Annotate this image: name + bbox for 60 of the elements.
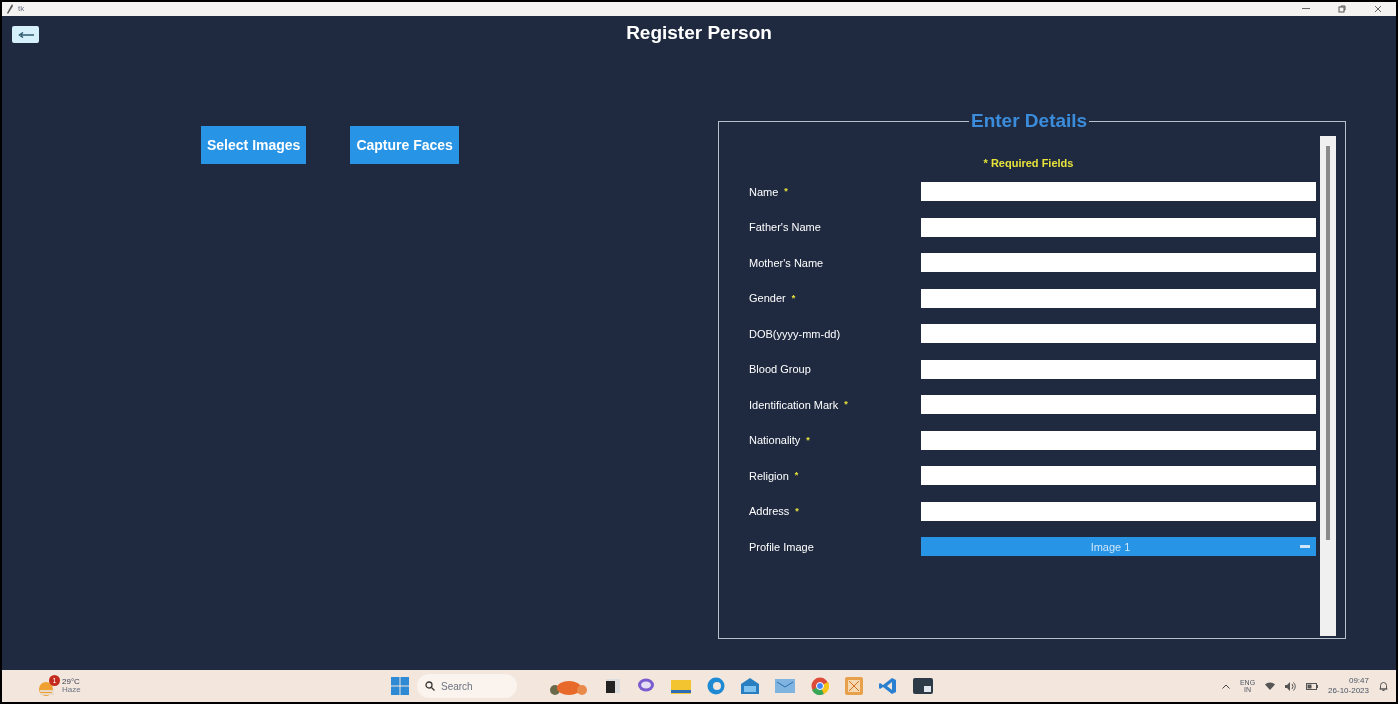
input-field[interactable] <box>921 182 1316 202</box>
input-field[interactable] <box>921 395 1316 415</box>
input-field[interactable] <box>921 501 1316 521</box>
required-note: * Required Fields <box>983 158 1074 171</box>
browser-icon[interactable] <box>707 677 725 695</box>
required-mark: * <box>844 398 848 411</box>
chevron-up-icon[interactable] <box>1221 683 1230 689</box>
terminal-icon[interactable] <box>605 678 621 694</box>
clock-time[interactable]: 09:47 <box>1348 677 1369 685</box>
window-title: tk <box>18 5 25 13</box>
store-icon[interactable] <box>741 678 759 694</box>
input-field[interactable] <box>921 288 1316 308</box>
chat-icon[interactable] <box>637 678 655 694</box>
package-icon[interactable] <box>845 677 863 695</box>
clock-date[interactable]: 26-10-2023 <box>1328 687 1369 695</box>
weather-temperature: 29°C <box>62 678 81 686</box>
wifi-icon[interactable] <box>1265 682 1276 690</box>
search-field[interactable]: Search <box>417 674 517 698</box>
arrow-left-icon <box>17 31 34 38</box>
field-label: Identification Mark <box>749 397 839 413</box>
feather-icon <box>6 4 14 14</box>
required-mark: * <box>806 433 810 447</box>
field-label: Mother's Name <box>749 255 824 271</box>
required-mark: * <box>784 185 788 198</box>
search-icon <box>425 681 435 691</box>
required-mark: * <box>794 469 799 482</box>
code-editor-icon[interactable] <box>879 677 897 695</box>
start-icon[interactable] <box>391 677 409 695</box>
field-label: Profile Image <box>749 539 814 555</box>
page-title: Register Person <box>626 21 772 45</box>
field-label: Blood Group <box>749 362 811 377</box>
field-label: Gender <box>749 291 786 306</box>
input-field[interactable] <box>921 430 1316 450</box>
field-label: DOB(yyyy-mm-dd) <box>749 326 841 342</box>
battery-icon[interactable] <box>1306 682 1319 690</box>
restore-icon[interactable] <box>1338 5 1346 13</box>
field-label: Nationality <box>749 433 801 448</box>
bell-icon[interactable] <box>1379 681 1388 691</box>
input-field[interactable] <box>921 466 1316 486</box>
weather-condition: Haze <box>62 686 81 694</box>
field-label: Father's Name <box>749 220 821 235</box>
folder-icon[interactable] <box>671 678 691 694</box>
app-icon[interactable] <box>913 678 933 694</box>
minimize-icon[interactable] <box>1302 8 1310 10</box>
chrome-icon[interactable] <box>811 677 829 695</box>
input-field[interactable] <box>921 324 1316 344</box>
required-mark: * <box>791 291 796 305</box>
back-button[interactable] <box>12 26 39 43</box>
field-label: Religion <box>749 468 789 484</box>
speaker-icon[interactable] <box>1285 681 1297 691</box>
input-field[interactable] <box>921 217 1316 237</box>
field-label: Name <box>749 184 779 200</box>
scrollbar-thumb[interactable] <box>1326 146 1330 540</box>
scrollbar[interactable] <box>1320 136 1336 636</box>
required-mark: * <box>795 504 799 518</box>
input-field[interactable] <box>921 253 1316 273</box>
dropdown-arrow-icon <box>1300 544 1310 549</box>
input-field[interactable] <box>921 359 1316 379</box>
close-icon[interactable] <box>1374 5 1382 13</box>
field-label: Address <box>749 504 790 519</box>
